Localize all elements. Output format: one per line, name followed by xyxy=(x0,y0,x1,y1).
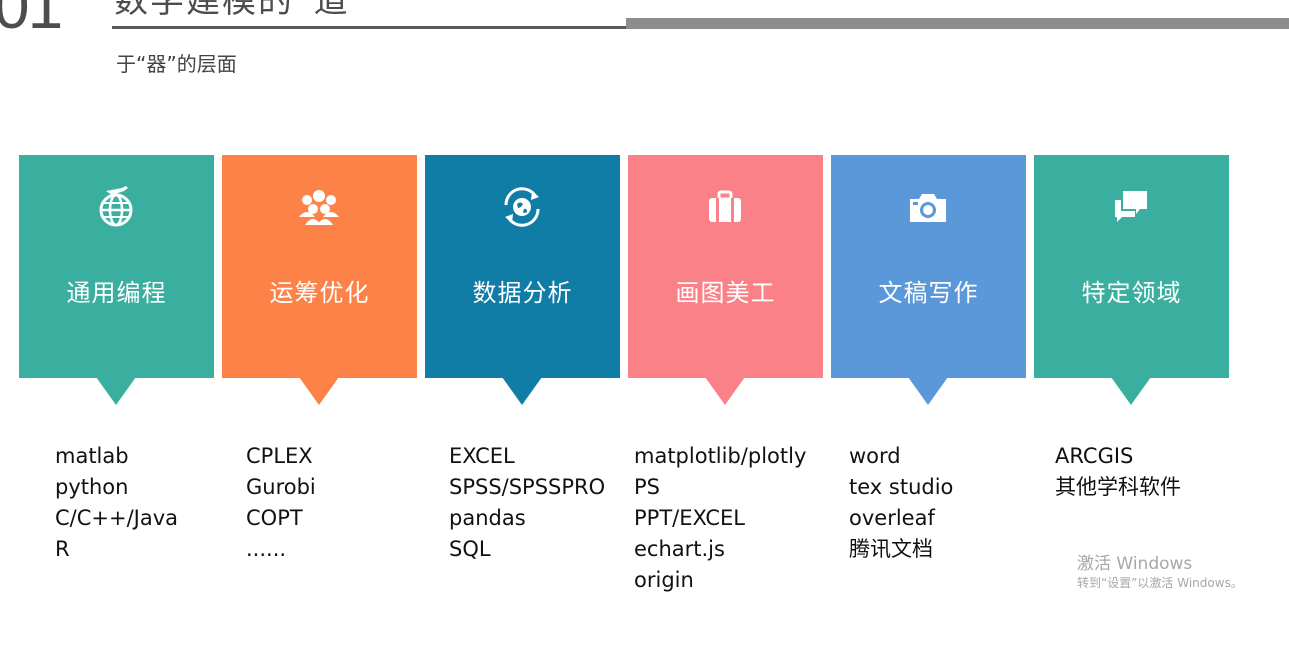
category-label: 运筹优化 xyxy=(269,279,370,307)
tool-item: pandas xyxy=(449,506,526,530)
tool-item: CPLEX xyxy=(246,444,313,468)
title-bar xyxy=(626,18,1289,29)
tool-list-operations-optimization: CPLEX Gurobi COPT ...... xyxy=(246,441,316,565)
briefcase-icon xyxy=(701,183,749,231)
tool-item: ...... xyxy=(246,537,287,561)
card-pointer xyxy=(502,377,542,405)
category-card-general-programming: 通用编程 xyxy=(19,155,214,405)
tool-item: COPT xyxy=(246,506,303,530)
crowd-people-icon xyxy=(295,183,343,231)
title-underline xyxy=(112,26,626,29)
tool-item: PPT/EXCEL xyxy=(634,506,745,530)
tool-item: Gurobi xyxy=(246,475,316,499)
category-card-specific-domain: 特定领域 xyxy=(1034,155,1229,405)
card-pointer xyxy=(1111,377,1151,405)
watermark-title: 激活 Windows xyxy=(1077,554,1193,574)
tool-item: tex studio xyxy=(849,475,954,499)
tool-item: R xyxy=(55,537,70,561)
tool-item: EXCEL xyxy=(449,444,515,468)
tool-list-data-analysis: EXCEL SPSS/SPSSPRO pandas SQL xyxy=(449,441,605,565)
section-number: 01 xyxy=(0,0,63,42)
category-card-graphics-design: 画图美工 xyxy=(628,155,823,405)
watermark-subtitle: 转到“设置”以激活 Windows。 xyxy=(1077,576,1243,590)
card-pointer xyxy=(299,377,339,405)
category-card-operations-optimization: 运筹优化 xyxy=(222,155,417,405)
category-label: 特定领域 xyxy=(1081,279,1182,307)
tool-item: origin xyxy=(634,568,694,592)
category-label: 文稿写作 xyxy=(878,279,979,307)
tool-item: 其他学科软件 xyxy=(1055,475,1181,499)
tool-item: matlab xyxy=(55,444,129,468)
category-label: 画图美工 xyxy=(675,279,776,307)
globe-refresh-icon xyxy=(498,183,546,231)
tool-list-graphics-design: matplotlib/plotly PS PPT/EXCEL echart.js… xyxy=(634,441,806,596)
category-card-data-analysis: 数据分析 xyxy=(425,155,620,405)
tool-item: matplotlib/plotly xyxy=(634,444,807,468)
chat-bubbles-icon xyxy=(1107,183,1155,231)
slide-title: 数学建模的“道” xyxy=(114,0,370,21)
category-label: 数据分析 xyxy=(472,279,573,307)
tool-item: SQL xyxy=(449,537,491,561)
category-label: 通用编程 xyxy=(66,279,167,307)
windows-activation-watermark: 激活 Windows 转到“设置”以激活 Windows。 xyxy=(1077,553,1243,591)
tool-list-general-programming: matlab python C/C++/Java R xyxy=(55,441,178,565)
globe-plane-icon xyxy=(92,183,140,231)
card-pointer xyxy=(705,377,745,405)
card-pointer xyxy=(908,377,948,405)
tool-item: ARCGIS xyxy=(1055,444,1134,468)
tool-item: 腾讯文档 xyxy=(849,537,933,561)
tool-list-document-writing: word tex studio overleaf 腾讯文档 xyxy=(849,441,953,565)
camera-icon xyxy=(904,183,952,231)
tool-list-specific-domain: ARCGIS 其他学科软件 xyxy=(1055,441,1181,503)
tool-item: word xyxy=(849,444,901,468)
slide-subtitle: 于“器”的层面 xyxy=(116,52,237,76)
card-pointer xyxy=(96,377,136,405)
tool-item: PS xyxy=(634,475,660,499)
tool-item: python xyxy=(55,475,129,499)
tool-item: SPSS/SPSSPRO xyxy=(449,475,606,499)
tool-item: echart.js xyxy=(634,537,725,561)
tool-item: overleaf xyxy=(849,506,935,530)
tool-item: C/C++/Java xyxy=(55,506,179,530)
category-card-document-writing: 文稿写作 xyxy=(831,155,1026,405)
